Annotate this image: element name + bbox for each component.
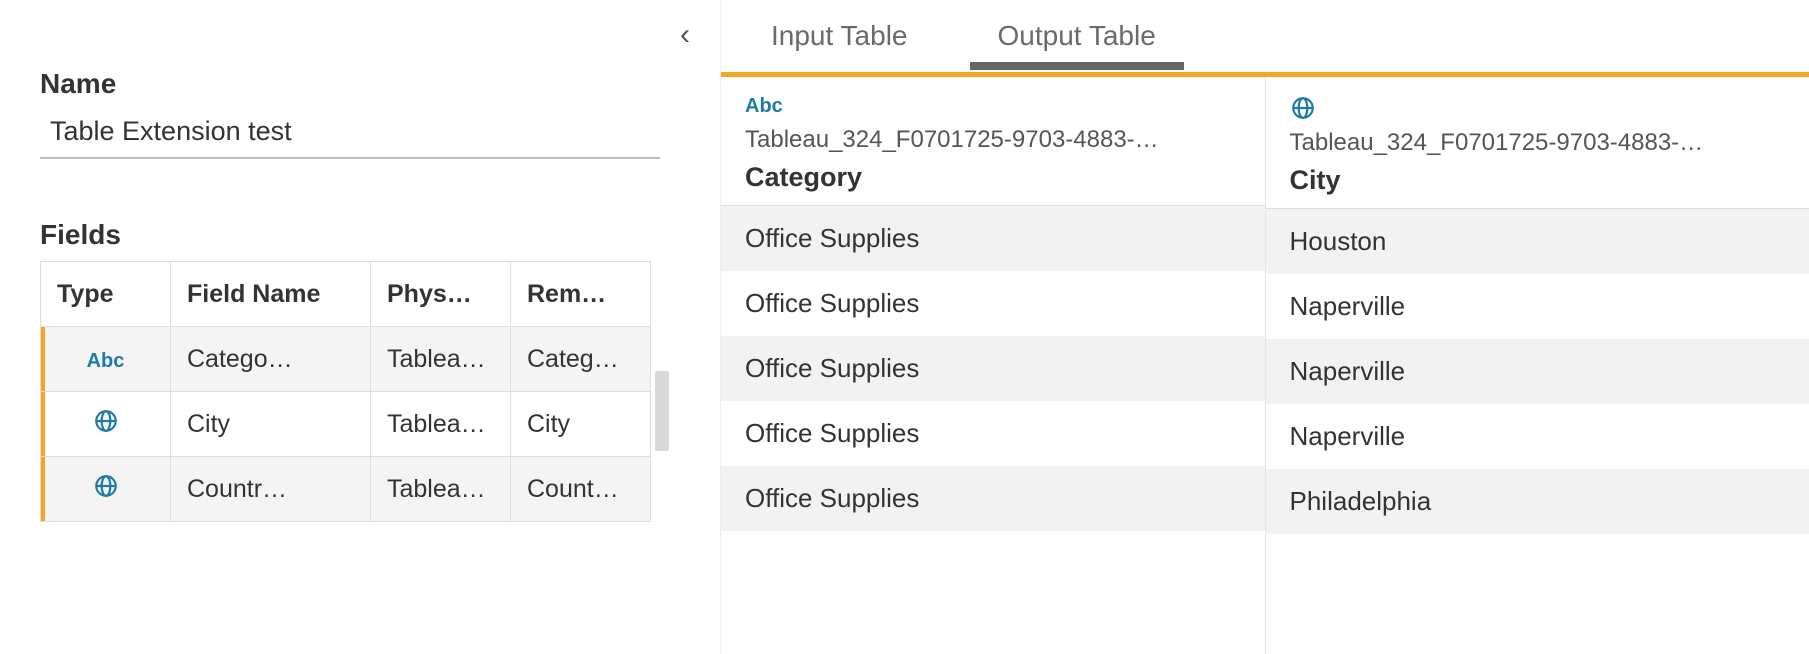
name-input[interactable]	[40, 106, 660, 159]
data-cell[interactable]: Naperville	[1266, 274, 1809, 339]
column-header[interactable]: Abc Tableau_324_F0701725-9703-4883-… Cat…	[721, 77, 1265, 205]
data-rows: Houston Naperville Naperville Naperville…	[1266, 209, 1809, 534]
physical-cell[interactable]: Tablea…	[371, 327, 511, 392]
tab-input-table[interactable]: Input Table	[761, 20, 918, 52]
data-cell[interactable]: Office Supplies	[721, 336, 1265, 401]
fields-header-row: Type Field Name Phys… Rem…	[41, 262, 651, 327]
physical-cell[interactable]: Tablea…	[371, 457, 511, 522]
abc-icon: Abc	[745, 95, 783, 118]
table-row[interactable]: Abc Catego… Tablea… Categ…	[41, 327, 651, 392]
type-cell[interactable]	[41, 392, 171, 457]
field-name-cell[interactable]: City	[171, 392, 371, 457]
right-panel: Input Table Output Table Abc Tableau_324…	[720, 0, 1809, 654]
type-cell[interactable]	[41, 457, 171, 522]
data-column-category: Abc Tableau_324_F0701725-9703-4883-… Cat…	[721, 77, 1266, 654]
column-source: Tableau_324_F0701725-9703-4883-…	[1290, 129, 1786, 157]
app-root: ‹ Name Fields Type Field Name Phys… Rem…	[0, 0, 1809, 654]
globe-icon	[1290, 95, 1316, 121]
tabs: Input Table Output Table	[721, 0, 1809, 72]
data-cell[interactable]: Naperville	[1266, 339, 1809, 404]
fields-label: Fields	[40, 219, 680, 251]
fields-table-wrap: Type Field Name Phys… Rem… Abc Catego… T…	[40, 261, 680, 522]
column-source: Tableau_324_F0701725-9703-4883-…	[745, 126, 1241, 154]
abc-icon: Abc	[87, 350, 125, 372]
name-label: Name	[40, 68, 680, 100]
table-row[interactable]: Countr… Tablea… Count…	[41, 457, 651, 522]
remote-cell[interactable]: City	[511, 392, 651, 457]
scrollbar-thumb[interactable]	[655, 371, 669, 451]
data-cell[interactable]: Office Supplies	[721, 466, 1265, 531]
data-cell[interactable]: Houston	[1266, 209, 1809, 274]
data-cell[interactable]: Office Supplies	[721, 206, 1265, 271]
data-cell[interactable]: Philadelphia	[1266, 469, 1809, 534]
col-header-physical[interactable]: Phys…	[371, 262, 511, 327]
col-header-field-name[interactable]: Field Name	[171, 262, 371, 327]
globe-icon	[93, 473, 119, 499]
column-header[interactable]: Tableau_324_F0701725-9703-4883-… City	[1266, 77, 1809, 208]
globe-icon	[93, 408, 119, 434]
remote-cell[interactable]: Categ…	[511, 327, 651, 392]
physical-cell[interactable]: Tablea…	[371, 392, 511, 457]
fields-scrollbar[interactable]	[655, 261, 669, 522]
fields-table: Type Field Name Phys… Rem… Abc Catego… T…	[40, 261, 651, 522]
col-header-remote[interactable]: Rem…	[511, 262, 651, 327]
table-row[interactable]: City Tablea… City	[41, 392, 651, 457]
type-cell[interactable]: Abc	[41, 327, 171, 392]
col-header-type[interactable]: Type	[41, 262, 171, 327]
left-panel: ‹ Name Fields Type Field Name Phys… Rem…	[0, 0, 720, 654]
tab-output-table[interactable]: Output Table	[988, 20, 1166, 52]
column-name: City	[1290, 165, 1786, 196]
data-cell[interactable]: Naperville	[1266, 404, 1809, 469]
data-cell[interactable]: Office Supplies	[721, 401, 1265, 466]
field-name-cell[interactable]: Catego…	[171, 327, 371, 392]
output-table: Abc Tableau_324_F0701725-9703-4883-… Cat…	[721, 77, 1809, 654]
data-rows: Office Supplies Office Supplies Office S…	[721, 206, 1265, 531]
field-name-cell[interactable]: Countr…	[171, 457, 371, 522]
data-column-city: Tableau_324_F0701725-9703-4883-… City Ho…	[1266, 77, 1809, 654]
collapse-chevron-icon[interactable]: ‹	[680, 18, 690, 52]
data-cell[interactable]: Office Supplies	[721, 271, 1265, 336]
column-name: Category	[745, 162, 1241, 193]
remote-cell[interactable]: Count…	[511, 457, 651, 522]
